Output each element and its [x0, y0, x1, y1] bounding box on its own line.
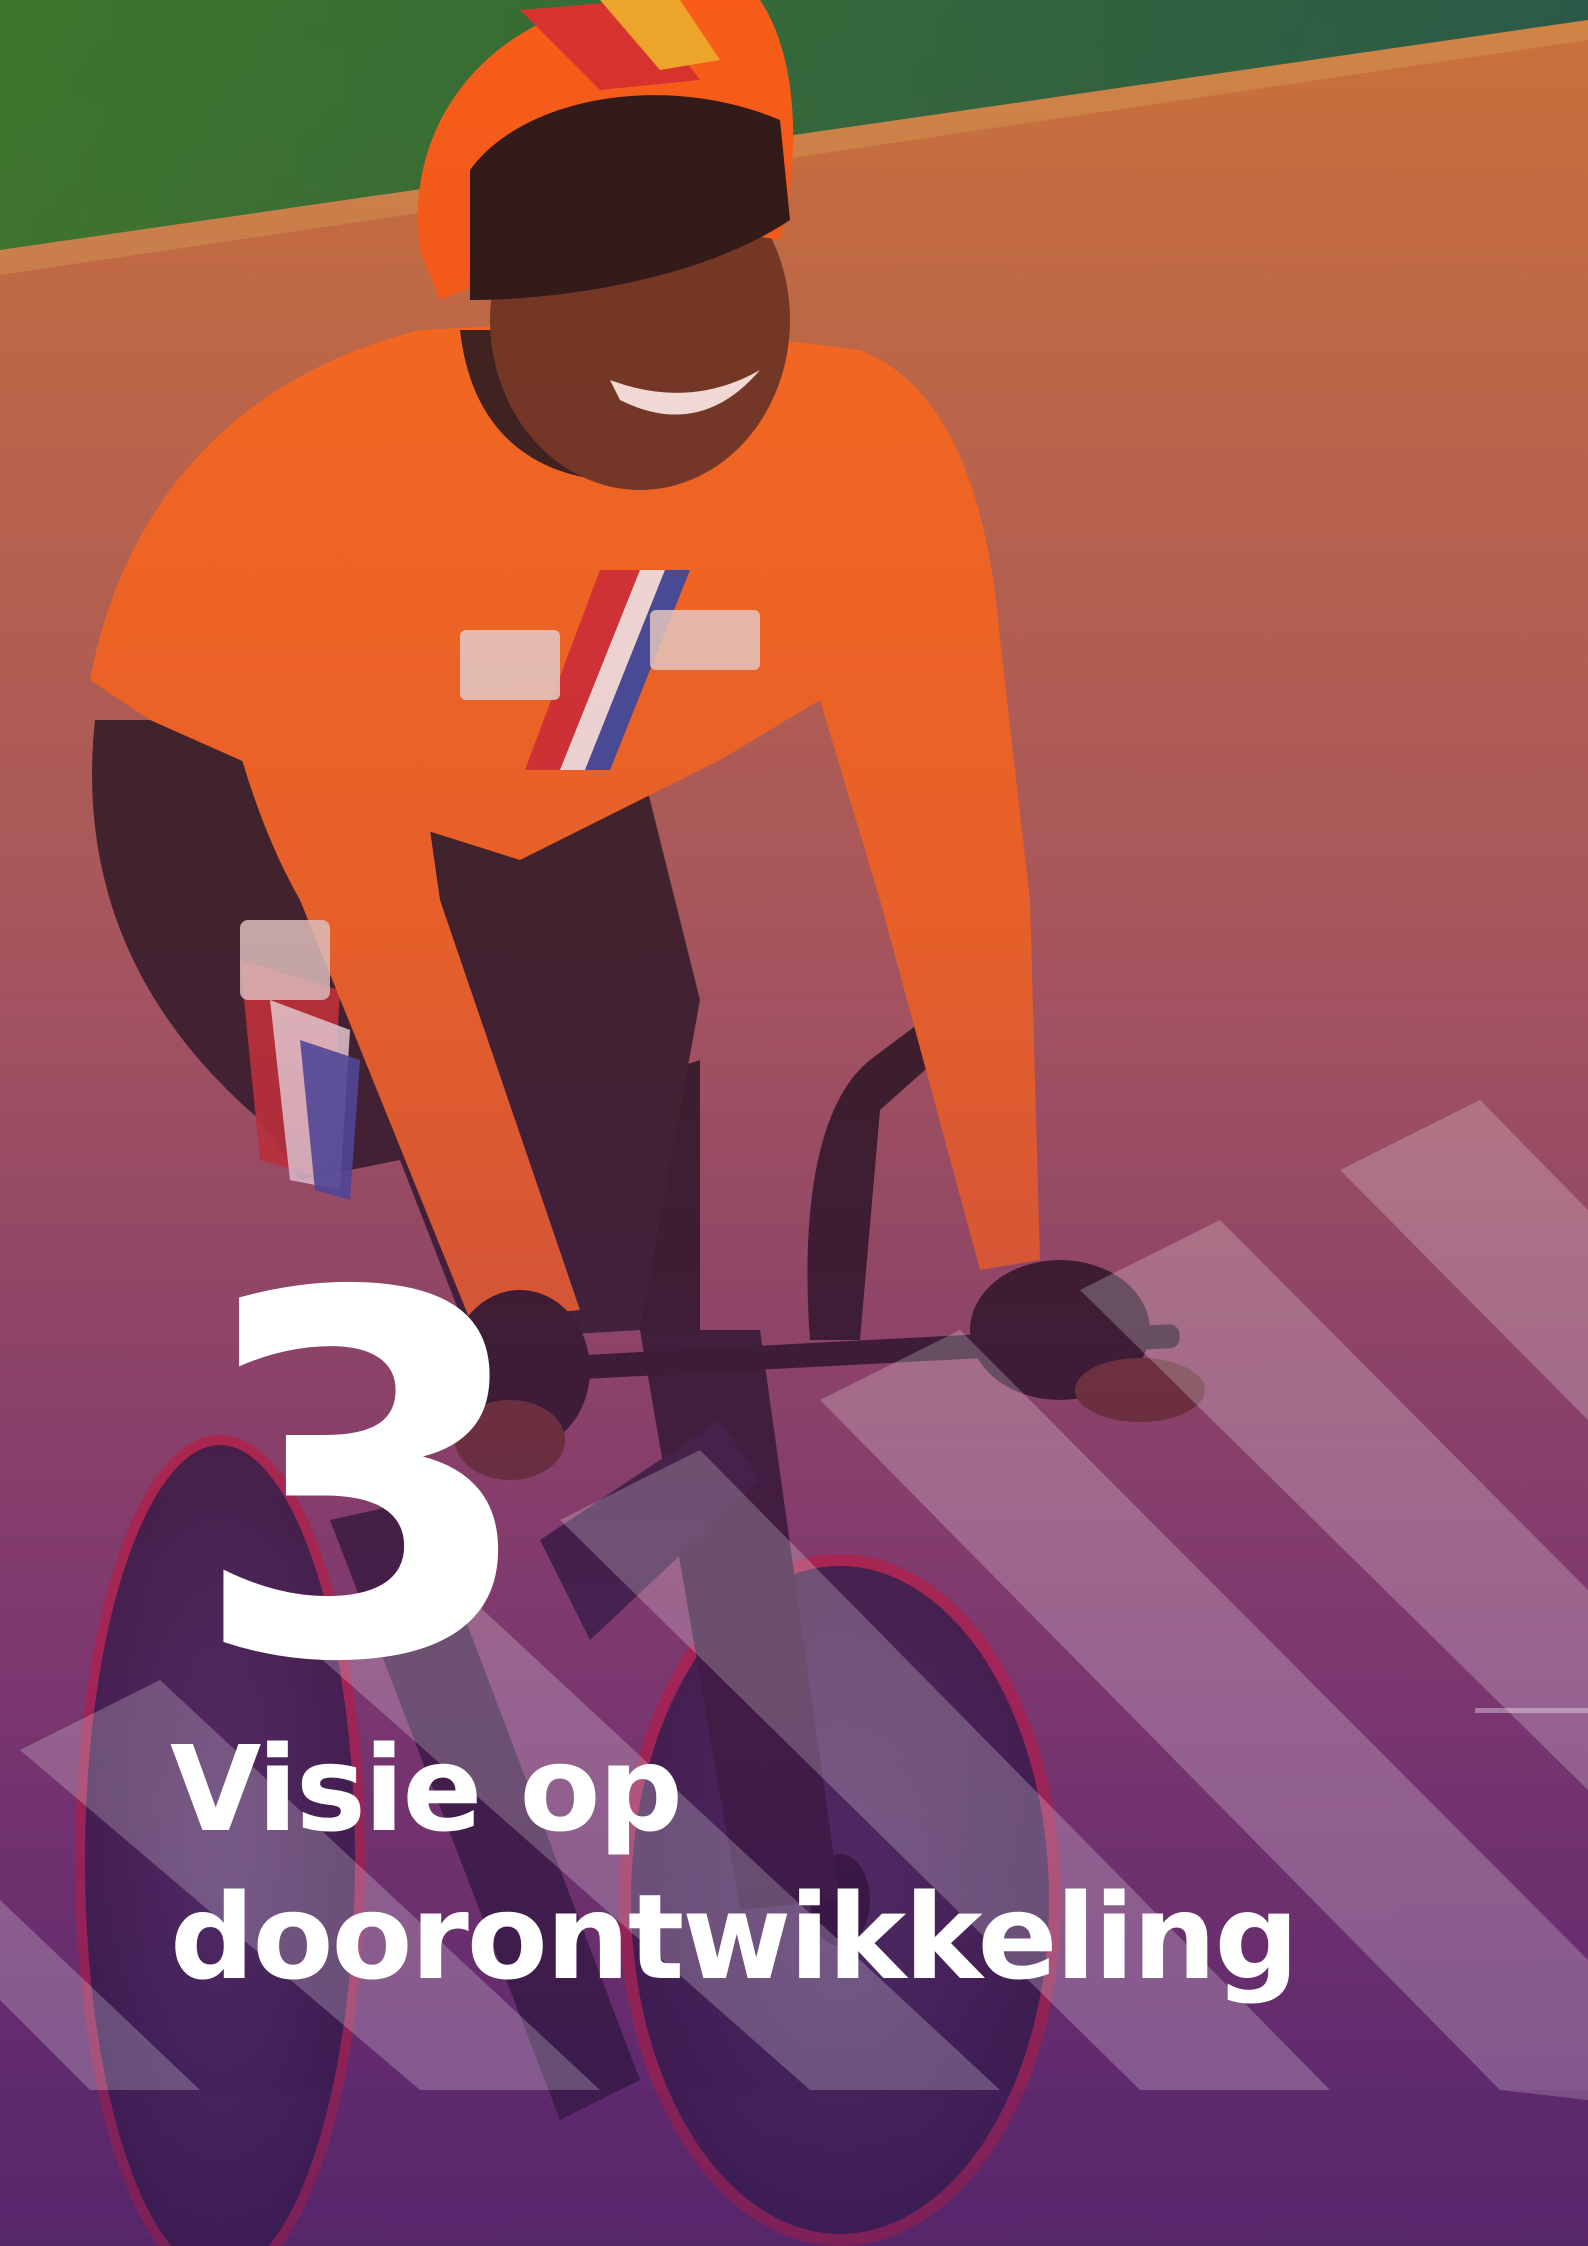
chapter-number: 3 [190, 1189, 538, 1771]
chapter-title: Visie op doorontwikkeling [170, 1715, 1420, 2011]
chapter-cover-page: 3 Visie op doorontwikkeling [0, 0, 1588, 2246]
chapter-title-line-1: Visie op [170, 1720, 683, 1858]
chapter-title-line-2: doorontwikkeling [170, 1868, 1299, 2006]
